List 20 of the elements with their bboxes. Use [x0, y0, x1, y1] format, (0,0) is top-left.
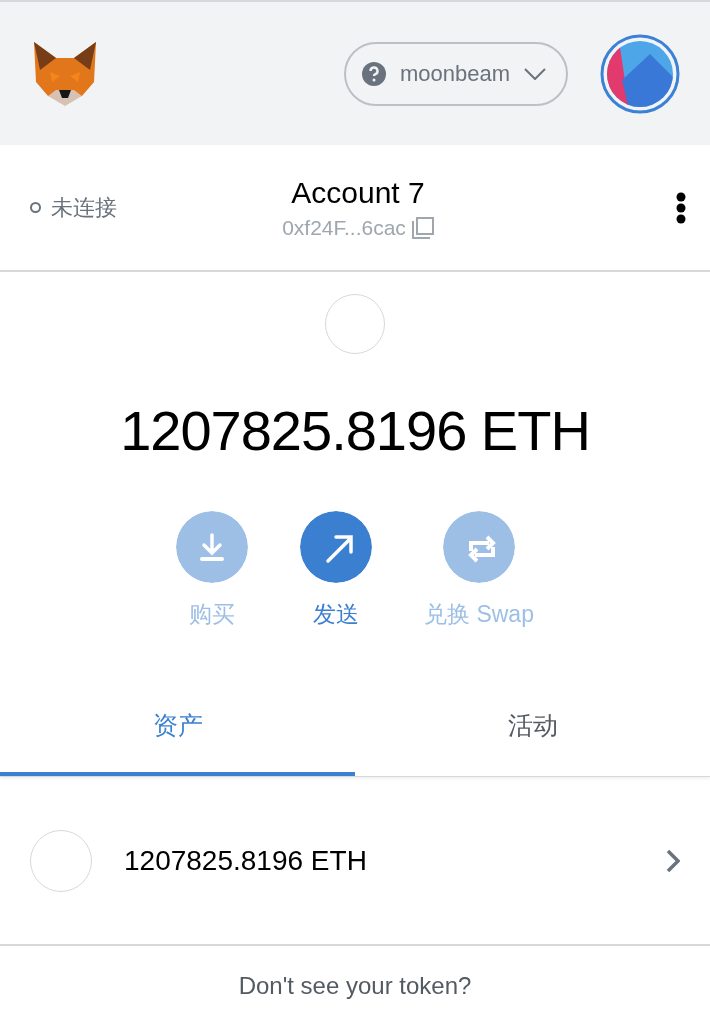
download-icon [176, 511, 249, 583]
balance-amount: 1207825.8196 ETH [120, 398, 590, 463]
tab[interactable]: 活动 [355, 678, 710, 776]
account-avatar[interactable] [600, 33, 680, 114]
more-menu-icon[interactable] [676, 191, 686, 224]
copy-icon[interactable] [411, 216, 434, 239]
chevron-right-icon [666, 848, 680, 873]
account-address: 0xf24F...6cac [282, 215, 406, 240]
missing-token-prompt: Don't see your token? [238, 972, 472, 999]
tab[interactable]: 资产 [0, 678, 355, 776]
account-name[interactable]: Account 7 [291, 175, 425, 210]
send-button[interactable]: 发送 [300, 511, 373, 630]
swap-arrows-icon [443, 511, 515, 583]
chevron-down-icon [524, 67, 546, 80]
asset-row[interactable]: 1207825.8196 ETH [0, 777, 710, 946]
question-icon [361, 61, 386, 86]
arrow-up-right-icon [300, 511, 373, 583]
asset-amount: 1207825.8196 ETH [124, 844, 368, 877]
connection-status: 未连接 [51, 193, 117, 222]
network-selector[interactable]: moonbeam [343, 41, 568, 106]
